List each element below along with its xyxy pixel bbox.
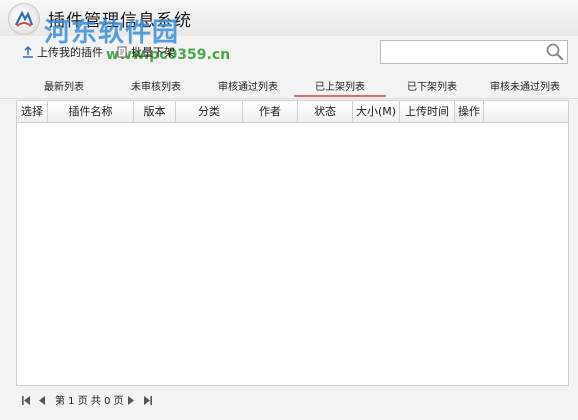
column-category[interactable]: 分类 — [176, 101, 243, 122]
column-author[interactable]: 作者 — [243, 101, 298, 122]
column-size[interactable]: 大小(M) — [353, 101, 400, 122]
first-page-icon[interactable] — [22, 395, 31, 408]
column-status[interactable]: 状态 — [298, 101, 353, 122]
upload-icon — [22, 45, 34, 61]
app-logo — [8, 3, 40, 35]
search-input[interactable] — [385, 43, 539, 63]
upload-button[interactable]: 上传我的插件 — [22, 44, 103, 60]
page-info: 第 1 页 共 0 页 — [55, 396, 124, 407]
column-upload-time[interactable]: 上传时间 — [400, 101, 455, 122]
batch-remove-label: 批量下架 — [131, 46, 175, 59]
tab-latest[interactable]: 最新列表 — [44, 78, 84, 93]
column-actions[interactable]: 操作 — [455, 101, 484, 122]
tab-approved[interactable]: 审核通过列表 — [218, 78, 278, 93]
table-header: 选择 插件名称 版本 分类 作者 状态 大小(M) 上传时间 操作 — [17, 101, 568, 123]
batch-remove-icon — [116, 46, 128, 61]
search-box — [380, 40, 568, 64]
tab-unreviewed[interactable]: 未审核列表 — [131, 78, 181, 93]
next-page-icon[interactable] — [127, 395, 134, 408]
active-tab-indicator — [294, 95, 386, 97]
column-select[interactable]: 选择 — [17, 101, 48, 122]
last-page-icon[interactable] — [143, 395, 152, 408]
plugin-table: 选择 插件名称 版本 分类 作者 状态 大小(M) 上传时间 操作 — [16, 100, 569, 386]
tab-bar: 最新列表 未审核列表 审核通过列表 已上架列表 已下架列表 审核未通过列表 — [0, 72, 578, 99]
batch-remove-button[interactable]: 批量下架 — [116, 44, 175, 60]
pagination: 第 1 页 共 0 页 — [0, 390, 578, 410]
column-version[interactable]: 版本 — [134, 101, 176, 122]
column-plugin-name[interactable]: 插件名称 — [48, 101, 134, 122]
search-icon[interactable] — [545, 43, 565, 64]
tab-rejected[interactable]: 审核未通过列表 — [490, 78, 560, 93]
tab-listed[interactable]: 已上架列表 — [315, 78, 365, 93]
tab-delisted[interactable]: 已下架列表 — [407, 78, 457, 93]
prev-page-icon[interactable] — [39, 395, 46, 408]
upload-label: 上传我的插件 — [37, 46, 103, 59]
